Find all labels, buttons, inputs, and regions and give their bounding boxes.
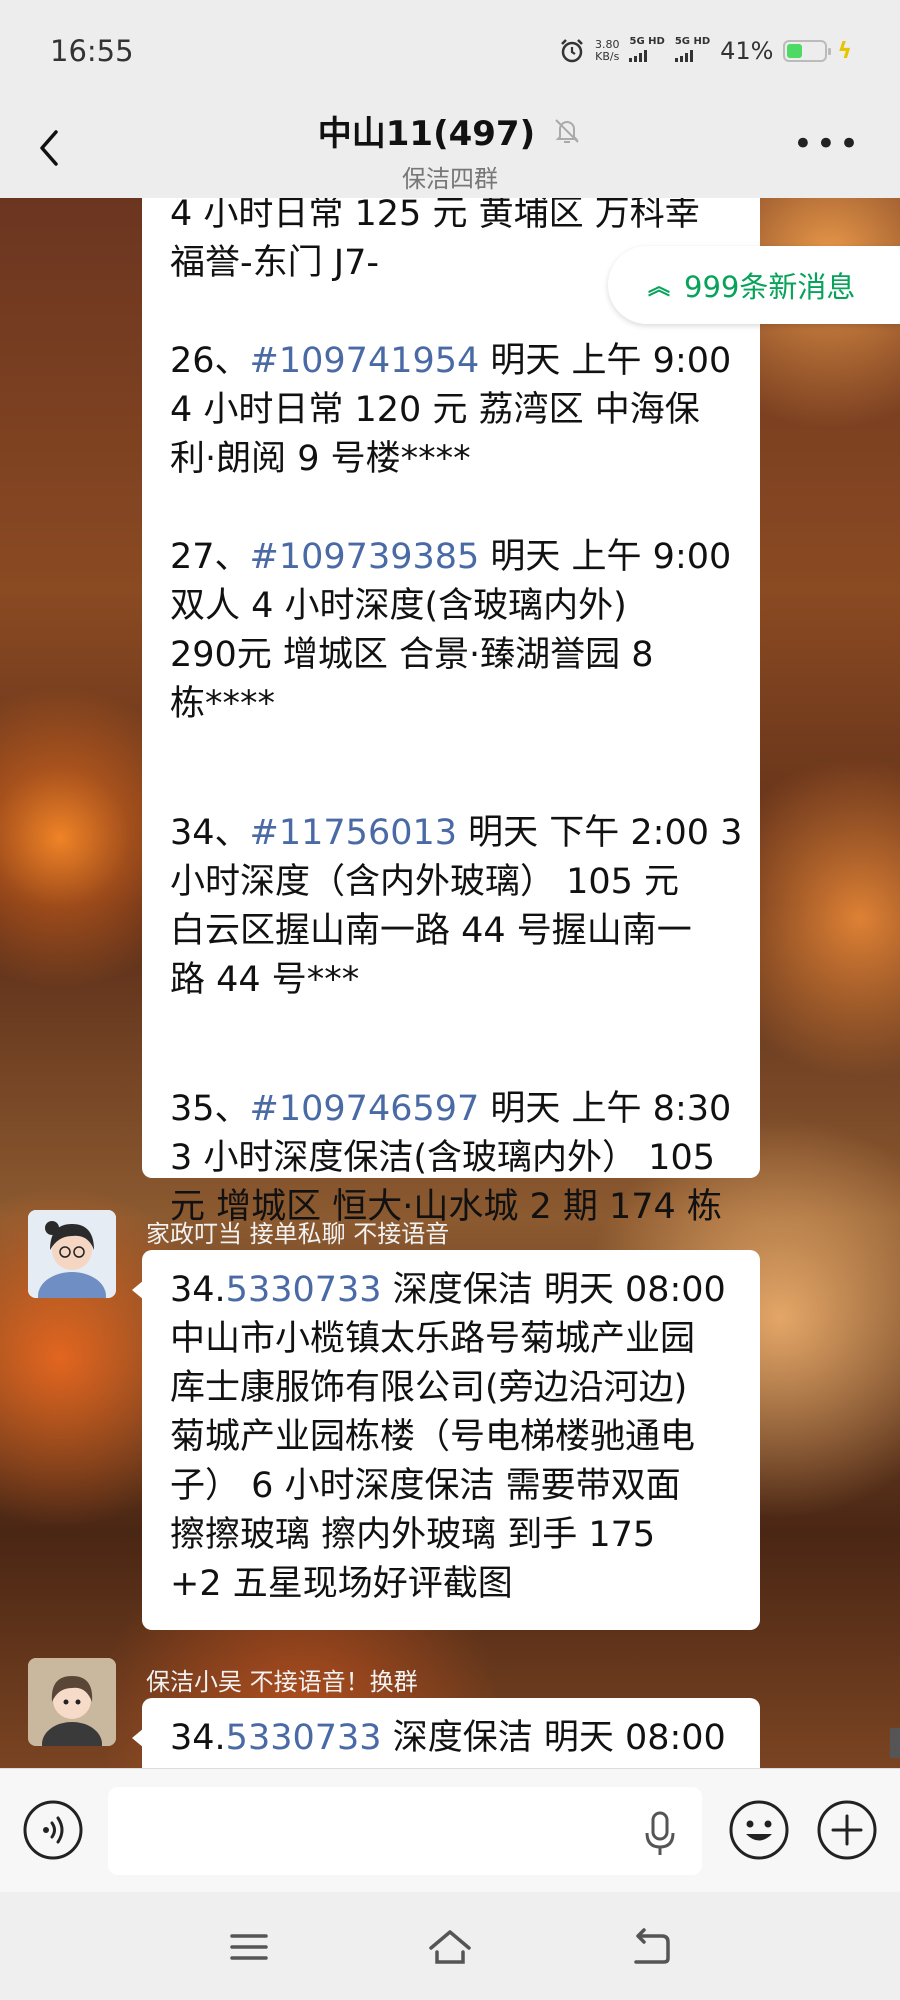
emoji-icon[interactable]: [728, 1799, 790, 1861]
group-subtitle: 保洁四群: [402, 165, 498, 193]
message-line: 栋****: [170, 684, 276, 724]
title-block: 中山11(497) 保洁四群: [0, 106, 900, 194]
status-icons: 3.80 KB/s 5G HD 5G HD 41% ϟ: [559, 36, 852, 66]
order-link[interactable]: 5330733: [226, 1270, 382, 1310]
system-nav-bar: [0, 1892, 900, 2000]
sender-name: 家政叮当 接单私聊 不接语音: [146, 1220, 450, 1248]
order-link[interactable]: 5330733: [226, 1718, 382, 1758]
double-chevron-up-icon: ︽: [648, 275, 671, 300]
alarm-icon: [561, 39, 583, 63]
new-messages-label: 999条新消息: [684, 270, 856, 304]
sim1-signal-icon: 5G HD: [629, 36, 665, 66]
scrollbar[interactable]: [890, 1728, 900, 1758]
message-line: 双人 4 小时深度(含玻璃内外): [170, 586, 627, 626]
net-speed: 3.80 KB/s: [594, 38, 620, 63]
order-link[interactable]: #109746597: [250, 1089, 480, 1129]
plus-icon[interactable]: [816, 1799, 878, 1861]
order-link[interactable]: #109739385: [250, 537, 480, 577]
message-line: 26、#109741954 明天 上午 9:00: [170, 341, 732, 381]
message-line: 路 44 号***: [170, 960, 360, 1000]
sender-name: 保洁小吴 不接语音！换群: [146, 1668, 418, 1696]
message-input[interactable]: [108, 1787, 702, 1875]
message-line: 4 小时日常 125 元 黄埔区 万科幸: [170, 198, 700, 234]
order-link[interactable]: #109741954: [250, 341, 480, 381]
recent-apps-icon[interactable]: [224, 1922, 274, 1972]
status-time: 16:55: [50, 34, 134, 68]
chat-header: 中山11(497) 保洁四群 •••: [0, 106, 900, 198]
message-bubble[interactable]: 34.5330733 深度保洁 明天 08:00: [132, 1698, 760, 1768]
avatar[interactable]: [28, 1658, 116, 1746]
message-line: 利·朗阅 9 号楼****: [170, 439, 471, 479]
microphone-icon[interactable]: [640, 1809, 680, 1859]
sim2-signal-icon: 5G HD: [674, 36, 710, 66]
message-line: 白云区握山南一路 44 号握山南一: [170, 911, 692, 951]
input-bar: [0, 1768, 900, 1892]
new-messages-button[interactable]: ︽ 999条新消息: [608, 246, 900, 324]
message-line: 290元 增城区 合景·臻湖誉园 8: [170, 635, 654, 675]
message-line: 3 小时深度保洁(含玻璃内外） 105: [170, 1138, 715, 1178]
battery-icon: [783, 40, 832, 62]
order-link[interactable]: #11756013: [250, 813, 457, 853]
status-bar: 16:55 3.80 KB/s 5G HD 5G HD 41% ϟ: [0, 0, 900, 106]
message-bubble[interactable]: 4 小时日常 125 元 黄埔区 万科幸 福誉-东门 J7- 26、#1097419…: [142, 198, 760, 1227]
charging-icon: ϟ: [837, 38, 852, 64]
mute-bell-icon: [555, 118, 579, 143]
message-line: 34、#11756013 明天 下午 2:00 3: [170, 813, 743, 853]
more-options-button[interactable]: •••: [793, 124, 862, 164]
voice-input-icon[interactable]: [22, 1799, 84, 1861]
group-title: 中山11(497): [317, 114, 536, 154]
chat-area[interactable]: 4 小时日常 125 元 黄埔区 万科幸 福誉-东门 J7- 26、#1097419…: [0, 198, 900, 1768]
home-icon[interactable]: [425, 1922, 475, 1972]
message-line: 27、#109739385 明天 上午 9:00: [170, 537, 732, 577]
message-line: 4 小时日常 120 元 荔湾区 中海保: [170, 390, 700, 430]
system-back-icon[interactable]: [626, 1922, 676, 1972]
message-bubble[interactable]: 34.5330733 深度保洁 明天 08:00 中山市小榄镇太乐路号菊城产业园…: [132, 1250, 760, 1630]
message-line: 小时深度（含内外玻璃） 105 元: [170, 862, 680, 902]
battery-percent: 41%: [720, 37, 774, 65]
avatar[interactable]: [28, 1210, 116, 1298]
message-line: 35、#109746597 明天 上午 8:30: [170, 1089, 732, 1129]
